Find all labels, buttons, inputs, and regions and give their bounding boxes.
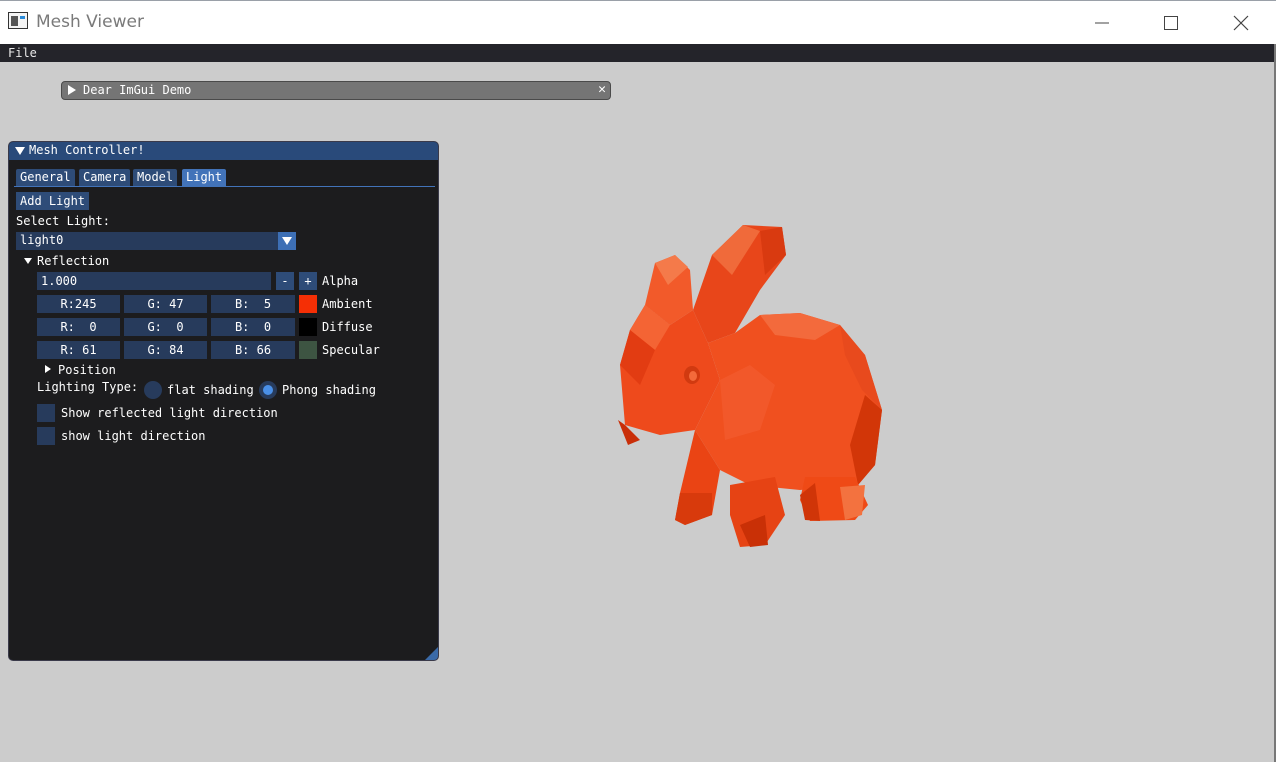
add-light-button[interactable]: Add Light [16,192,90,210]
flat-shading-label[interactable]: flat shading [167,383,254,397]
close-button[interactable] [1218,1,1264,45]
maximize-icon [1164,16,1178,30]
ambient-label: Ambient [322,297,373,311]
phong-shading-radio[interactable] [259,381,277,399]
lighting-type-label: Lighting Type: [37,380,139,394]
title-bar: Mesh Viewer [0,0,1276,44]
position-collapsed-icon[interactable] [45,365,51,373]
imgui-demo-title: Dear ImGui Demo [83,83,192,97]
window-title: Mesh Viewer [36,12,144,32]
imgui-demo-window-titlebar[interactable]: Dear ImGui Demo ✕ [61,81,611,100]
tab-light[interactable]: Light [182,169,227,186]
flat-shading-radio[interactable] [144,381,162,399]
resize-grip-icon[interactable] [425,647,438,660]
ambient-color-swatch[interactable] [299,295,317,313]
panel-title: Mesh Controller! [29,143,145,157]
specular-b-field[interactable]: B: 66 [211,341,295,359]
minimize-icon [1095,22,1109,24]
alpha-input[interactable]: 1.000 [37,272,271,290]
alpha-increment-button[interactable]: + [299,272,317,290]
select-light-dropdown[interactable]: light0 [16,232,296,250]
specular-color-swatch[interactable] [299,341,317,359]
position-header[interactable]: Position [58,363,116,377]
dropdown-arrow-icon[interactable] [278,232,296,250]
diffuse-color-swatch[interactable] [299,318,317,336]
minimize-button[interactable] [1079,1,1125,45]
tab-general[interactable]: General [16,169,75,186]
menu-bar: File [0,44,1274,62]
expand-arrow-icon[interactable] [68,85,76,95]
diffuse-r-field[interactable]: R: 0 [37,318,120,336]
panel-titlebar[interactable]: Mesh Controller! [9,142,438,160]
tab-model[interactable]: Model [133,169,178,186]
select-light-label: Select Light: [16,214,110,228]
reflection-header[interactable]: Reflection [37,254,109,268]
phong-shading-label[interactable]: Phong shading [282,383,376,397]
alpha-decrement-button[interactable]: - [276,272,294,290]
imgui-demo-close-icon[interactable]: ✕ [598,82,606,97]
show-reflected-direction-checkbox[interactable] [37,404,55,422]
diffuse-label: Diffuse [322,320,373,334]
bunny-mesh[interactable] [600,215,900,560]
specular-label: Specular [322,343,380,357]
show-reflected-direction-label[interactable]: Show reflected light direction [61,406,278,420]
maximize-button[interactable] [1148,1,1194,45]
app-icon [8,12,28,29]
close-icon [1233,15,1249,31]
reflection-expanded-icon[interactable] [24,258,32,264]
collapse-arrow-icon[interactable] [15,147,25,155]
show-light-direction-checkbox[interactable] [37,427,55,445]
tab-underline [14,186,435,187]
tab-camera[interactable]: Camera [79,169,131,186]
diffuse-g-field[interactable]: G: 0 [124,318,207,336]
mesh-controller-panel: Mesh Controller! General Camera Model Li… [8,141,439,661]
show-light-direction-label[interactable]: show light direction [61,429,206,443]
alpha-label: Alpha [322,274,359,288]
selected-light-value: light0 [20,233,64,247]
specular-r-field[interactable]: R: 61 [37,341,120,359]
diffuse-b-field[interactable]: B: 0 [211,318,295,336]
ambient-b-field[interactable]: B: 5 [211,295,295,313]
ambient-g-field[interactable]: G: 47 [124,295,207,313]
specular-g-field[interactable]: G: 84 [124,341,207,359]
menu-file[interactable]: File [8,46,37,60]
ambient-r-field[interactable]: R:245 [37,295,120,313]
